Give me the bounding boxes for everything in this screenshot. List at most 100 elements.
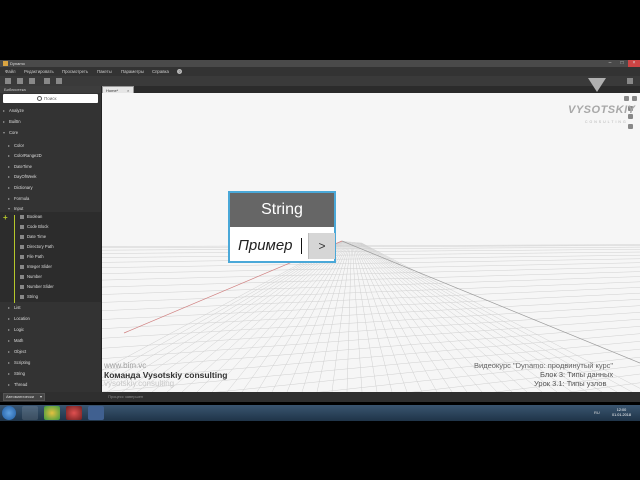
- output-port-label: >: [318, 239, 326, 253]
- windows-taskbar: RU 12:00 01.01.2018: [0, 405, 640, 421]
- chrome-taskbar-icon[interactable]: [44, 406, 60, 420]
- revit-taskbar-icon[interactable]: [88, 406, 104, 420]
- chevron-right-icon: ▸: [8, 153, 11, 158]
- menu-settings[interactable]: Параметры: [121, 67, 144, 76]
- chevron-right-icon: ▸: [3, 108, 6, 113]
- category-indicator: [14, 215, 15, 303]
- chevron-down-icon: ▾: [40, 394, 43, 399]
- pan-icon[interactable]: [628, 124, 633, 129]
- caption-block: Блок 3: Типы данных: [540, 370, 614, 379]
- menu-help[interactable]: Справка: [152, 67, 169, 76]
- chevron-right-icon: ▸: [8, 349, 11, 354]
- string-node[interactable]: String Пример >: [228, 191, 336, 263]
- search-canvas-icon[interactable]: [632, 96, 637, 101]
- fit-view-icon[interactable]: [624, 96, 629, 101]
- chevron-right-icon: ▸: [8, 174, 11, 179]
- node-icon: [20, 295, 24, 299]
- text-caret: [301, 238, 302, 254]
- string-value: Пример: [238, 237, 293, 254]
- library-item-logic[interactable]: ▸ Logic: [0, 325, 101, 335]
- menu-bar: Файл Редактировать Просмотреть Пакеты Па…: [0, 67, 640, 76]
- library-item-scripting[interactable]: ▸ Scripting: [0, 358, 101, 368]
- menu-edit[interactable]: Редактировать: [24, 67, 54, 76]
- library-item-dayofweek[interactable]: ▸ DayOfWeek: [0, 172, 101, 182]
- save-file-icon[interactable]: [29, 78, 35, 84]
- library-item-number-slider[interactable]: Number Slider: [0, 282, 101, 292]
- library-item-list[interactable]: ▸ List: [0, 303, 101, 313]
- status-bar: Автоматически ▾ Процесс завершен: [0, 392, 640, 402]
- redo-icon[interactable]: [56, 78, 62, 84]
- chevron-right-icon: ▸: [8, 305, 11, 310]
- chevron-down-icon: ▾: [3, 130, 6, 135]
- search-icon: [37, 96, 42, 101]
- add-node-icon: +: [3, 213, 8, 222]
- library-search-input[interactable]: Поиск: [3, 94, 98, 103]
- run-mode-label: Автоматически: [6, 394, 34, 399]
- language-indicator[interactable]: RU: [594, 405, 600, 421]
- run-status: Процесс завершен: [108, 394, 144, 399]
- library-item-number[interactable]: Number: [0, 272, 101, 282]
- library-item-thread[interactable]: ▸ Thread: [0, 380, 101, 390]
- screenshot-icon[interactable]: [627, 78, 633, 84]
- undo-icon[interactable]: [44, 78, 50, 84]
- library-item-object[interactable]: ▸ Object: [0, 347, 101, 357]
- library-item-location[interactable]: ▸ Location: [0, 314, 101, 324]
- vysotskiy-logo-icon: [588, 78, 606, 92]
- library-item-dictionary[interactable]: ▸ Dictionary: [0, 183, 101, 193]
- node-title: String: [261, 201, 303, 218]
- close-icon[interactable]: ×: [628, 60, 640, 67]
- library-item-color[interactable]: ▸ Color: [0, 141, 101, 151]
- window-title: Dynamo: [10, 61, 25, 66]
- chevron-right-icon: ▸: [8, 382, 11, 387]
- library-title: Библиотека: [4, 87, 26, 92]
- library-item-file-path[interactable]: File Path: [0, 252, 101, 262]
- chevron-right-icon: ▸: [3, 119, 6, 124]
- library-item-boolean[interactable]: Boolean: [0, 212, 101, 222]
- search-placeholder: Поиск: [44, 96, 57, 101]
- library-item-integer-slider[interactable]: Integer Slider: [0, 262, 101, 272]
- open-file-icon[interactable]: [17, 78, 23, 84]
- logo-subtext: CONSULTING: [585, 120, 628, 124]
- menu-view[interactable]: Просмотреть: [62, 67, 88, 76]
- library-item-builtin[interactable]: ▸ BuiltIn: [0, 117, 101, 127]
- opera-taskbar-icon[interactable]: [66, 406, 82, 420]
- library-item-directory-path[interactable]: Directory Path: [0, 242, 101, 252]
- chevron-right-icon: ▸: [8, 196, 11, 201]
- node-header[interactable]: String: [230, 193, 334, 227]
- library-header: Библиотека: [0, 86, 101, 93]
- caption-lesson: Урок 3.1: Типы узлов: [534, 379, 607, 388]
- library-item-formula[interactable]: ▸ Formula: [0, 194, 101, 204]
- library-item-code-block[interactable]: Code Block: [0, 222, 101, 232]
- node-icon: [20, 245, 24, 249]
- workspace-canvas[interactable]: [102, 93, 640, 392]
- background-grid: [102, 240, 640, 392]
- library-panel: Библиотека Поиск ▸ Analyze ▸ BuiltIn ▾ Core…: [0, 86, 102, 392]
- title-bar: Dynamo – □ ×: [0, 60, 640, 67]
- system-clock[interactable]: 12:00 01.01.2018: [612, 408, 631, 418]
- chevron-right-icon: ▸: [8, 164, 11, 169]
- library-item-math[interactable]: ▸ Math: [0, 336, 101, 346]
- node-icon: [20, 285, 24, 289]
- start-button-icon[interactable]: [2, 406, 16, 420]
- caption-site-secondary: vysotskiy.consulting: [104, 379, 175, 388]
- library-item-string-category[interactable]: ▸ String: [0, 369, 101, 379]
- output-port-button[interactable]: >: [308, 233, 335, 259]
- library-item-string[interactable]: String: [0, 292, 101, 302]
- library-item-date-time[interactable]: Date Time: [0, 232, 101, 242]
- menu-packages[interactable]: Пакеты: [97, 67, 112, 76]
- string-input-field[interactable]: Пример: [234, 233, 308, 259]
- run-mode-dropdown[interactable]: Автоматически ▾: [3, 393, 45, 401]
- chevron-right-icon: ▸: [8, 371, 11, 376]
- library-item-core[interactable]: ▾ Core: [0, 128, 101, 138]
- chevron-right-icon: ▸: [8, 360, 11, 365]
- help-icon[interactable]: ?: [177, 69, 182, 74]
- new-file-icon[interactable]: [5, 78, 11, 84]
- library-item-analyze[interactable]: ▸ Analyze: [0, 106, 101, 116]
- library-item-datetime[interactable]: ▸ DateTime: [0, 162, 101, 172]
- minimize-icon[interactable]: –: [604, 60, 616, 67]
- explorer-taskbar-icon[interactable]: [22, 406, 38, 420]
- chevron-right-icon: ▸: [8, 327, 11, 332]
- maximize-icon[interactable]: □: [616, 60, 628, 67]
- library-item-colorrange2d[interactable]: ▸ ColorRange2D: [0, 151, 101, 161]
- menu-file[interactable]: Файл: [5, 67, 16, 76]
